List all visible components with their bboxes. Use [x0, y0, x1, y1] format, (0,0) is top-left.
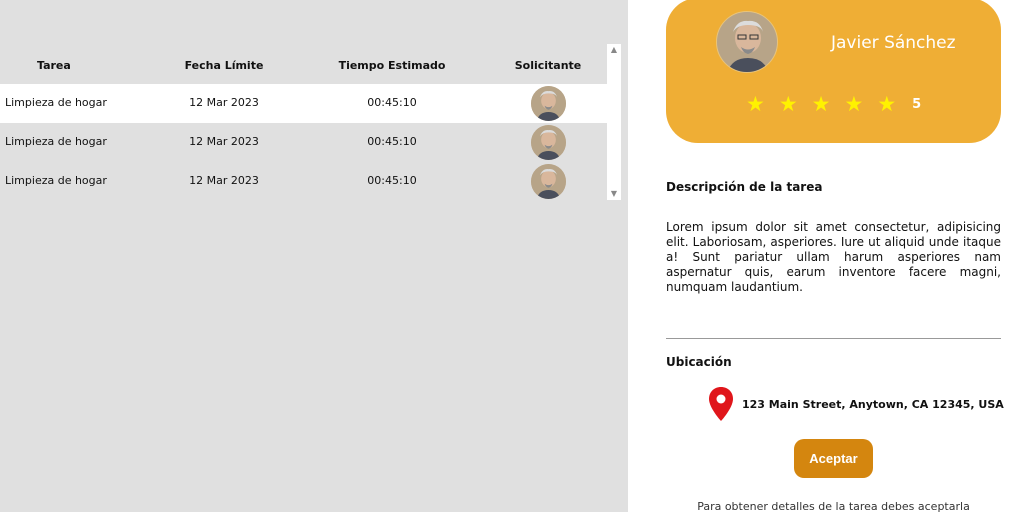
location-address: 123 Main Street, Anytown, CA 12345, USA [742, 398, 1004, 411]
task-estimated-time: 00:45:10 [367, 135, 417, 148]
table-header: Tarea Fecha Límite Tiempo Estimado Solic… [0, 44, 607, 84]
accept-note: Para obtener detalles de la tarea debes … [697, 500, 970, 513]
avatar [716, 11, 778, 73]
map-pin-icon [709, 387, 733, 421]
requester-name: Javier Sánchez [831, 33, 956, 53]
rating-stars: ★ ★ ★ ★ ★ 5 [746, 92, 922, 116]
table-row[interactable]: Limpieza de hogar 12 Mar 2023 00:45:10 [0, 84, 607, 123]
task-deadline: 12 Mar 2023 [189, 174, 259, 187]
table-row[interactable]: Limpieza de hogar 12 Mar 2023 00:45:10 [0, 162, 607, 200]
task-name: Limpieza de hogar [5, 96, 107, 109]
task-name: Limpieza de hogar [5, 135, 107, 148]
star-icon: ★ [778, 92, 798, 116]
task-estimated-time: 00:45:10 [367, 174, 417, 187]
star-icon: ★ [811, 92, 831, 116]
requester-card: Javier Sánchez ★ ★ ★ ★ ★ 5 [666, 0, 1001, 143]
task-table: Tarea Fecha Límite Tiempo Estimado Solic… [0, 44, 607, 200]
location-title: Ubicación [666, 355, 732, 369]
table-row[interactable]: Limpieza de hogar 12 Mar 2023 00:45:10 [0, 123, 607, 162]
task-name: Limpieza de hogar [5, 174, 107, 187]
scroll-up-arrow-icon[interactable]: ▲ [607, 44, 621, 56]
requester-avatar [531, 86, 566, 121]
description-title: Descripción de la tarea [666, 180, 823, 194]
task-estimated-time: 00:45:10 [367, 96, 417, 109]
section-divider [666, 338, 1001, 339]
star-icon: ★ [844, 92, 864, 116]
requester-avatar [531, 125, 566, 160]
person-photo-icon [717, 12, 777, 72]
task-detail-panel: Javier Sánchez ★ ★ ★ ★ ★ 5 Descripción d… [628, 0, 1010, 513]
task-list-panel: Tarea Fecha Límite Tiempo Estimado Solic… [0, 0, 628, 512]
description-body: Lorem ipsum dolor sit amet consectetur, … [666, 220, 1001, 294]
table-scrollbar[interactable]: ▲ ▼ [607, 44, 621, 200]
column-header-requester: Solicitante [514, 59, 582, 72]
task-deadline: 12 Mar 2023 [189, 96, 259, 109]
rating-value: 5 [912, 96, 922, 112]
requester-avatar [531, 164, 566, 199]
star-icon: ★ [746, 92, 765, 116]
column-header-task: Tarea [37, 59, 71, 72]
scroll-down-arrow-icon[interactable]: ▼ [607, 188, 621, 200]
star-icon: ★ [877, 92, 897, 116]
accept-button[interactable]: Aceptar [794, 439, 873, 478]
task-deadline: 12 Mar 2023 [189, 135, 259, 148]
column-header-estimated: Tiempo Estimado [338, 59, 446, 72]
column-header-deadline: Fecha Límite [184, 59, 264, 72]
